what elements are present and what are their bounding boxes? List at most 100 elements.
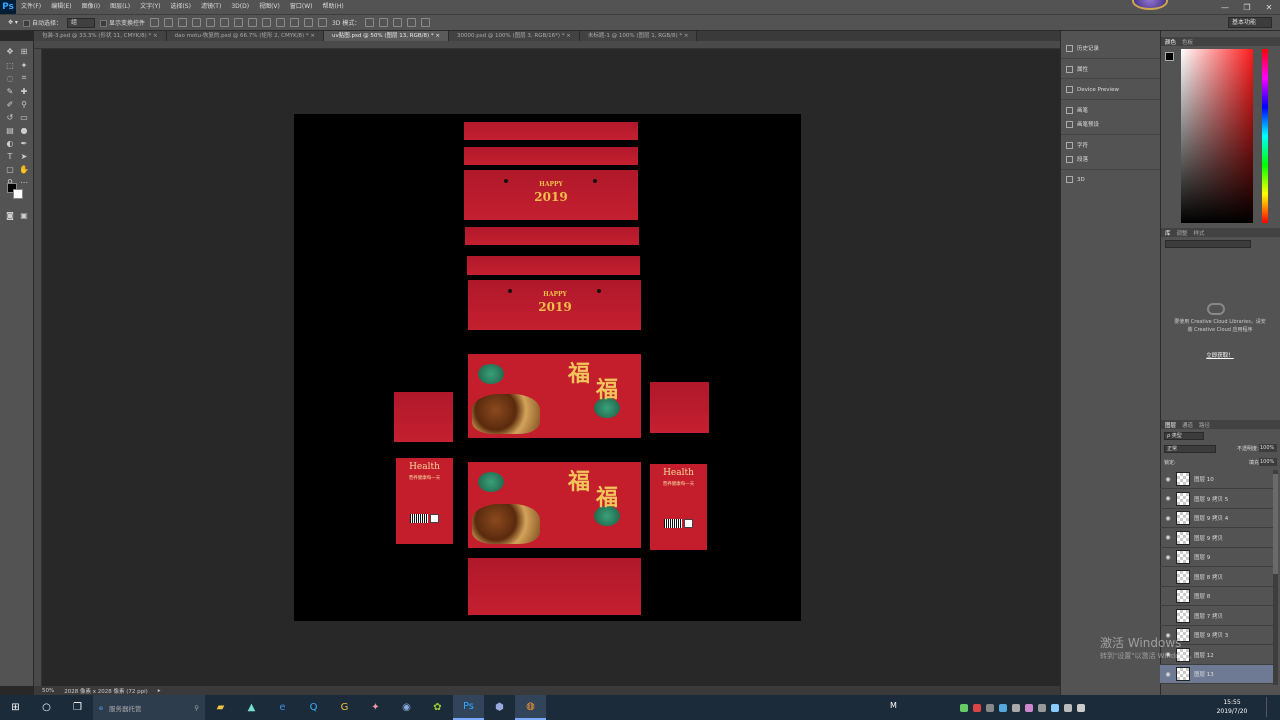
layer-row[interactable]: ◉ 图层 9 拷贝 5 xyxy=(1160,490,1273,509)
menu-item[interactable]: 帮助(H) xyxy=(318,0,349,14)
layer-visibility-eye-icon[interactable]: ◉ xyxy=(1164,495,1172,502)
align-left-icon[interactable] xyxy=(191,18,201,27)
crop-tool-icon[interactable]: ⌗ xyxy=(18,72,30,84)
history-brush-icon[interactable]: ↺ xyxy=(4,111,16,123)
layer-row[interactable]: 图层 8 xyxy=(1160,587,1273,606)
3d-slide-icon[interactable] xyxy=(407,18,417,27)
tab-adjustments[interactable]: 调整 xyxy=(1177,229,1188,237)
minimize-button[interactable]: — xyxy=(1214,0,1236,14)
menu-item[interactable]: 图像(I) xyxy=(77,0,105,14)
document-tab[interactable]: 30000.psd @ 100% (图层 3, RGB/16*) * × xyxy=(448,31,580,41)
show-transform-checkbox[interactable]: 显示变换控件 xyxy=(99,18,145,27)
taskbar-clock[interactable]: 15:55 2019/7/20 xyxy=(1212,695,1252,720)
dock-brush[interactable]: 画笔 xyxy=(1066,106,1088,114)
color-picker-field[interactable] xyxy=(1181,49,1253,223)
layer-row[interactable]: ◉ 图层 9 拷贝 4 xyxy=(1160,509,1273,528)
layer-row[interactable]: ◉ 图层 9 xyxy=(1160,548,1273,567)
align-middle-icon[interactable] xyxy=(163,18,173,27)
3d-drag-icon[interactable] xyxy=(393,18,403,27)
app-icon-1[interactable]: ▲ xyxy=(236,695,267,720)
align-bottom-icon[interactable] xyxy=(177,18,187,27)
brush-tool-icon[interactable]: ✐ xyxy=(4,98,16,110)
distribute-top-icon[interactable] xyxy=(233,18,243,27)
layer-row[interactable]: 图层 8 拷贝 xyxy=(1160,568,1273,587)
tab-color[interactable]: 颜色 xyxy=(1165,38,1176,46)
stamp-tool-icon[interactable]: ⚲ xyxy=(18,98,30,110)
notification-icon[interactable] xyxy=(1266,697,1276,717)
dock-paragraph[interactable]: 段落 xyxy=(1066,155,1088,163)
magic-wand-icon[interactable]: ✦ xyxy=(18,59,30,71)
layer-row[interactable]: ◉ 图层 9 拷贝 xyxy=(1160,529,1273,548)
menu-item[interactable]: 滤镜(T) xyxy=(196,0,226,14)
document-tab[interactable]: dao motu-恢复的.psd @ 66.7% (矩形 2, CMYK/8) … xyxy=(166,31,325,41)
marquee-tool-icon[interactable]: ⬚ xyxy=(4,59,16,71)
status-menu-arrow-icon[interactable]: ▸ xyxy=(158,688,161,694)
distribute-bottom-icon[interactable] xyxy=(261,18,271,27)
dock-3d[interactable]: 3D xyxy=(1066,176,1085,183)
distribute-left-icon[interactable] xyxy=(275,18,285,27)
zoom-level[interactable]: 50% xyxy=(42,688,54,694)
align-top-icon[interactable] xyxy=(149,18,159,27)
chrome-like-icon[interactable]: G xyxy=(329,695,360,720)
auto-select-dropdown[interactable]: 组 xyxy=(66,17,95,28)
dock-device-preview[interactable]: Device Preview xyxy=(1066,86,1119,93)
color-panel-foreground-swatch[interactable] xyxy=(1165,52,1174,61)
document-tab[interactable]: uv贴图.psd @ 50% (图层 13, RGB/8) * × xyxy=(324,31,449,41)
blur-tool-icon[interactable]: ● xyxy=(18,124,30,136)
dock-character[interactable]: 字符 xyxy=(1066,141,1088,149)
layer-row[interactable]: ◉ 图层 10 xyxy=(1160,470,1273,489)
menu-item[interactable]: 视图(V) xyxy=(254,0,285,14)
blend-mode-dropdown[interactable]: 正常 xyxy=(1164,445,1216,453)
layer-visibility-eye-icon[interactable]: ◉ xyxy=(1164,671,1172,678)
tab-libraries[interactable]: 库 xyxy=(1165,229,1171,237)
layer-visibility-eye-icon[interactable]: ◉ xyxy=(1164,476,1172,483)
distribute-middle-icon[interactable] xyxy=(247,18,257,27)
layer-row[interactable]: ◉ 图层 13 xyxy=(1160,665,1273,684)
task-view-icon[interactable]: ❐ xyxy=(62,695,93,720)
menu-item[interactable]: 选择(S) xyxy=(165,0,196,14)
horizontal-ruler[interactable] xyxy=(34,41,1060,49)
tray-app-icon[interactable] xyxy=(1012,703,1020,712)
opacity-field[interactable]: 100% xyxy=(1259,444,1277,452)
path-select-icon[interactable]: ➤ xyxy=(18,150,30,162)
dock-brush-presets[interactable]: 画笔预设 xyxy=(1066,120,1099,128)
close-tab-icon[interactable]: × xyxy=(565,33,571,39)
background-color-swatch[interactable] xyxy=(13,189,23,199)
document-size[interactable]: 2028 像素 x 2028 像素 (72 ppi) xyxy=(64,687,148,695)
vertical-ruler[interactable] xyxy=(34,49,42,686)
tab-layers[interactable]: 图层 xyxy=(1165,421,1176,429)
artboard-tool-icon[interactable]: ⊞ xyxy=(18,45,30,57)
dock-history[interactable]: 历史记录 xyxy=(1066,44,1099,52)
file-explorer-icon[interactable]: ▰ xyxy=(205,695,236,720)
tray-network-icon[interactable] xyxy=(1051,703,1059,712)
menu-item[interactable]: 图层(L) xyxy=(105,0,135,14)
taskbar-search[interactable]: e 服务器托管 ⚲ xyxy=(93,695,205,720)
tab-styles[interactable]: 样式 xyxy=(1194,229,1205,237)
move-tool-icon[interactable]: ✥ ▾ xyxy=(8,19,18,26)
library-dropdown[interactable] xyxy=(1165,240,1251,248)
distribute-center-icon[interactable] xyxy=(289,18,299,27)
layers-scrollbar-thumb[interactable] xyxy=(1273,474,1278,574)
layer-row[interactable]: 图层 7 拷贝 xyxy=(1160,607,1273,626)
app-icon-3[interactable]: ◉ xyxy=(391,695,422,720)
layer-visibility-eye-icon[interactable]: ◉ xyxy=(1164,515,1172,522)
document-tab[interactable]: 包装-3.psd @ 33.3% (形状 11, CMYK/8) * × xyxy=(34,31,167,41)
cortana-icon[interactable]: ○ xyxy=(31,695,62,720)
lasso-tool-icon[interactable]: ◌ xyxy=(4,72,16,84)
type-tool-icon[interactable]: T xyxy=(4,150,16,162)
move-tool-icon[interactable]: ✥ xyxy=(4,45,16,57)
photoshop-taskbar-icon[interactable]: Ps xyxy=(453,695,484,720)
3d-scale-icon[interactable] xyxy=(421,18,431,27)
document-canvas[interactable]: HAPPY 2019 HAPPY 2019 福 福 福 福 Health 营养健… xyxy=(294,114,801,621)
ime-indicator[interactable]: M xyxy=(890,701,897,710)
more-tools-icon[interactable]: ⋯ xyxy=(18,176,30,188)
menu-item[interactable]: 文件(F) xyxy=(16,0,46,14)
layer-visibility-eye-icon[interactable]: ◉ xyxy=(1164,534,1172,541)
tray-volume-icon[interactable] xyxy=(1064,703,1072,712)
auto-select-checkbox[interactable]: 自动选择： xyxy=(22,18,62,27)
menu-item[interactable]: 文字(Y) xyxy=(135,0,165,14)
tray-app-icon[interactable] xyxy=(1038,703,1046,712)
screen-mode-icon[interactable]: ▣ xyxy=(18,209,30,221)
tray-app-icon[interactable] xyxy=(999,703,1007,712)
close-tab-icon[interactable]: × xyxy=(151,33,158,39)
